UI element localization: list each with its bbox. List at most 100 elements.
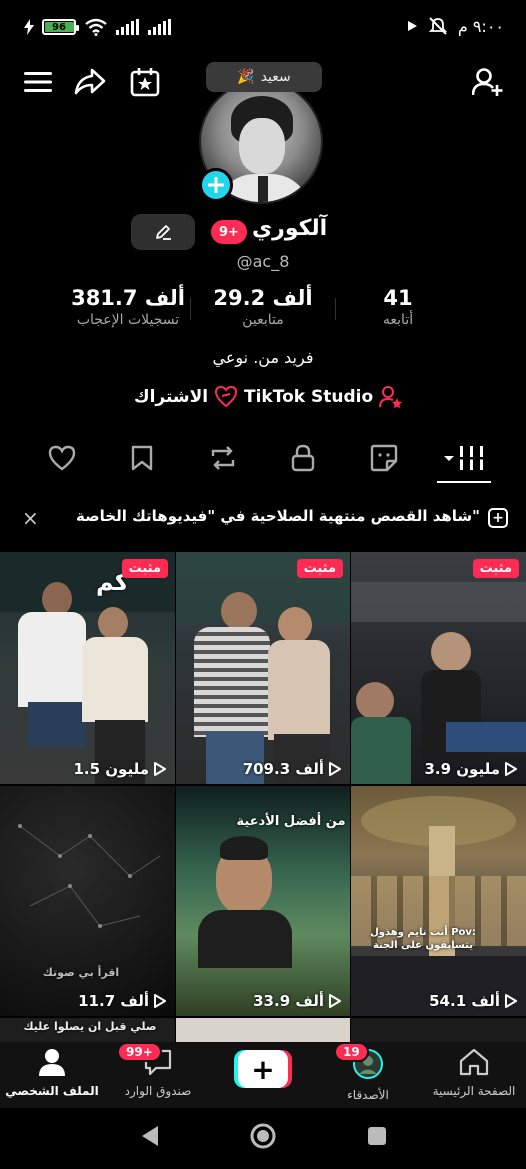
divider <box>335 298 336 320</box>
add-friend-icon[interactable] <box>470 64 506 100</box>
video-thumbnail[interactable]: اقرأ بي صوتك 11.7 ألف <box>0 786 175 1016</box>
plus-icon <box>208 177 224 193</box>
video-thumbnail[interactable]: مثبت 709.3 ألف <box>176 552 350 784</box>
play-icon <box>505 762 517 776</box>
view-count: 33.9 ألف <box>253 992 342 1010</box>
stats-row: 41 أتابعه 29.2 ألف متابعين 381.7 ألف تسج… <box>0 286 526 334</box>
tab-stickers[interactable] <box>364 440 404 476</box>
tab-private[interactable] <box>283 440 323 476</box>
banner-text: شاهد القصص منتهية الصلاحية في "فيديوهاتك… <box>76 507 480 525</box>
battery-icon: 96 <box>42 19 79 35</box>
tab-liked[interactable] <box>42 440 82 476</box>
close-icon[interactable]: × <box>22 506 39 530</box>
bio: فريد من. نوعي <box>212 348 314 367</box>
bottom-nav: الصفحة الرئيسية الأصدقاء 19 + صندوق الوا… <box>0 1042 526 1108</box>
lock-icon <box>291 444 315 472</box>
view-count-value: 54.1 ألف <box>429 992 500 1010</box>
system-nav-bar <box>0 1108 526 1169</box>
video-thumbnail[interactable] <box>176 1018 350 1042</box>
pinned-badge: مثبت <box>121 559 168 578</box>
home-icon <box>459 1048 489 1076</box>
signal-icon <box>116 19 139 35</box>
display-name: آلكوري <box>252 216 328 241</box>
tab-reposts[interactable] <box>203 440 243 476</box>
followers-label: متابعين <box>242 312 284 328</box>
following-count: 41 <box>383 286 413 310</box>
create-button[interactable]: + <box>234 1050 292 1088</box>
signal-icon-2 <box>148 19 171 35</box>
share-icon[interactable] <box>72 64 108 100</box>
video-thumbnail[interactable]: كم مثبت 1.5 مليون <box>0 552 175 784</box>
tab-videos[interactable] <box>440 440 490 476</box>
view-count-value: 1.5 مليون <box>73 760 149 778</box>
expired-stories-banner[interactable]: + شاهد القصص منتهية الصلاحية في "فيديوها… <box>0 500 526 534</box>
notification-badge[interactable]: 9+ <box>211 220 247 244</box>
video-overlay-text: صلي قبل ان يصلوا عليك <box>23 1020 157 1033</box>
heart-icon <box>48 445 76 471</box>
view-count-value: 11.7 ألف <box>78 992 149 1010</box>
view-count: 3.9 مليون <box>424 760 518 778</box>
tiktok-studio-label: TikTok Studio <box>244 387 374 407</box>
tab-favorites[interactable] <box>122 440 162 476</box>
pencil-icon <box>156 225 171 240</box>
create-plus-icon: + <box>238 1050 288 1088</box>
video-thumbnail[interactable]: أنت نايم وهذول Pov: يتسابقون على الجنة 5… <box>351 786 526 1016</box>
following-label: أتابعه <box>382 312 414 328</box>
video-overlay-text: أنت نايم وهذول Pov: يتسابقون على الجنة <box>370 927 476 951</box>
stat-likes[interactable]: 381.7 ألف تسجيلات الإعجاب <box>60 286 196 328</box>
mute-icon <box>428 17 448 35</box>
username: @ac_8 <box>236 252 290 271</box>
media-play-icon <box>407 21 417 31</box>
video-thumbnail[interactable]: من أفضل الأدعية 33.9 ألف <box>176 786 350 1016</box>
followers-count: 29.2 ألف <box>213 286 313 310</box>
wifi-icon <box>85 18 107 36</box>
view-count: 11.7 ألف <box>78 992 167 1010</box>
nav-profile[interactable]: الملف الشخصي <box>2 1048 102 1098</box>
pinned-badge: مثبت <box>472 559 519 578</box>
video-overlay-text: اقرأ بي صوتك <box>42 966 120 979</box>
play-icon <box>154 994 166 1008</box>
pinned-badge: مثبت <box>296 559 343 578</box>
view-count-value: 33.9 ألف <box>253 992 324 1010</box>
play-icon <box>329 994 341 1008</box>
view-count-value: 3.9 مليون <box>424 760 500 778</box>
stat-following[interactable]: 41 أتابعه <box>358 286 438 328</box>
profile-links: TikTok Studio الاشتراك <box>0 386 526 416</box>
likes-label: تسجيلات الإعجاب <box>76 312 180 328</box>
profile-icon <box>39 1049 65 1076</box>
nav-home[interactable]: الصفحة الرئيسية <box>424 1048 524 1098</box>
video-thumbnail[interactable]: صلي قبل ان يصلوا عليك <box>0 1018 175 1042</box>
video-overlay-text: من أفضل الأدعية <box>236 814 346 829</box>
content-tabs <box>0 434 526 484</box>
clock: ٩:٠٠ م <box>457 16 504 36</box>
calendar-star-icon[interactable] <box>127 64 163 100</box>
repost-icon <box>211 446 235 470</box>
party-icon: 🎉 <box>237 69 255 85</box>
edit-profile-button[interactable] <box>131 214 195 250</box>
status-left: 96 <box>24 18 172 36</box>
stat-followers[interactable]: 29.2 ألف متابعين <box>203 286 323 328</box>
subscription-link[interactable]: الاشتراك <box>134 386 238 408</box>
add-story-button[interactable] <box>199 168 233 202</box>
active-tab-indicator <box>437 481 491 483</box>
back-icon[interactable] <box>140 1125 160 1147</box>
charging-icon <box>24 19 34 35</box>
status-right: ٩:٠٠ م <box>406 16 504 36</box>
video-thumbnail[interactable] <box>351 1018 526 1042</box>
tiktok-studio-link[interactable]: TikTok Studio <box>244 386 403 408</box>
recents-icon[interactable] <box>367 1126 387 1146</box>
sticker-icon <box>370 444 398 472</box>
mood-status-bubble[interactable]: 🎉 سعيد <box>206 62 322 92</box>
menu-icon[interactable] <box>20 64 56 100</box>
bookmark-icon <box>131 445 153 471</box>
view-count: 54.1 ألف <box>429 992 518 1010</box>
nav-inbox-label: صندوق الوارد <box>124 1084 192 1098</box>
nav-friends-label: الأصدقاء <box>347 1088 389 1102</box>
name-row: 9+ آلكوري <box>0 212 526 252</box>
view-count: 709.3 ألف <box>243 760 342 778</box>
nav-home-label: الصفحة الرئيسية <box>432 1084 516 1098</box>
status-bar: 96 ٩:٠٠ م <box>0 0 526 56</box>
home-circle-icon[interactable] <box>249 1122 277 1150</box>
creator-icon <box>379 386 403 408</box>
video-thumbnail[interactable]: مثبت 3.9 مليون <box>351 552 526 784</box>
